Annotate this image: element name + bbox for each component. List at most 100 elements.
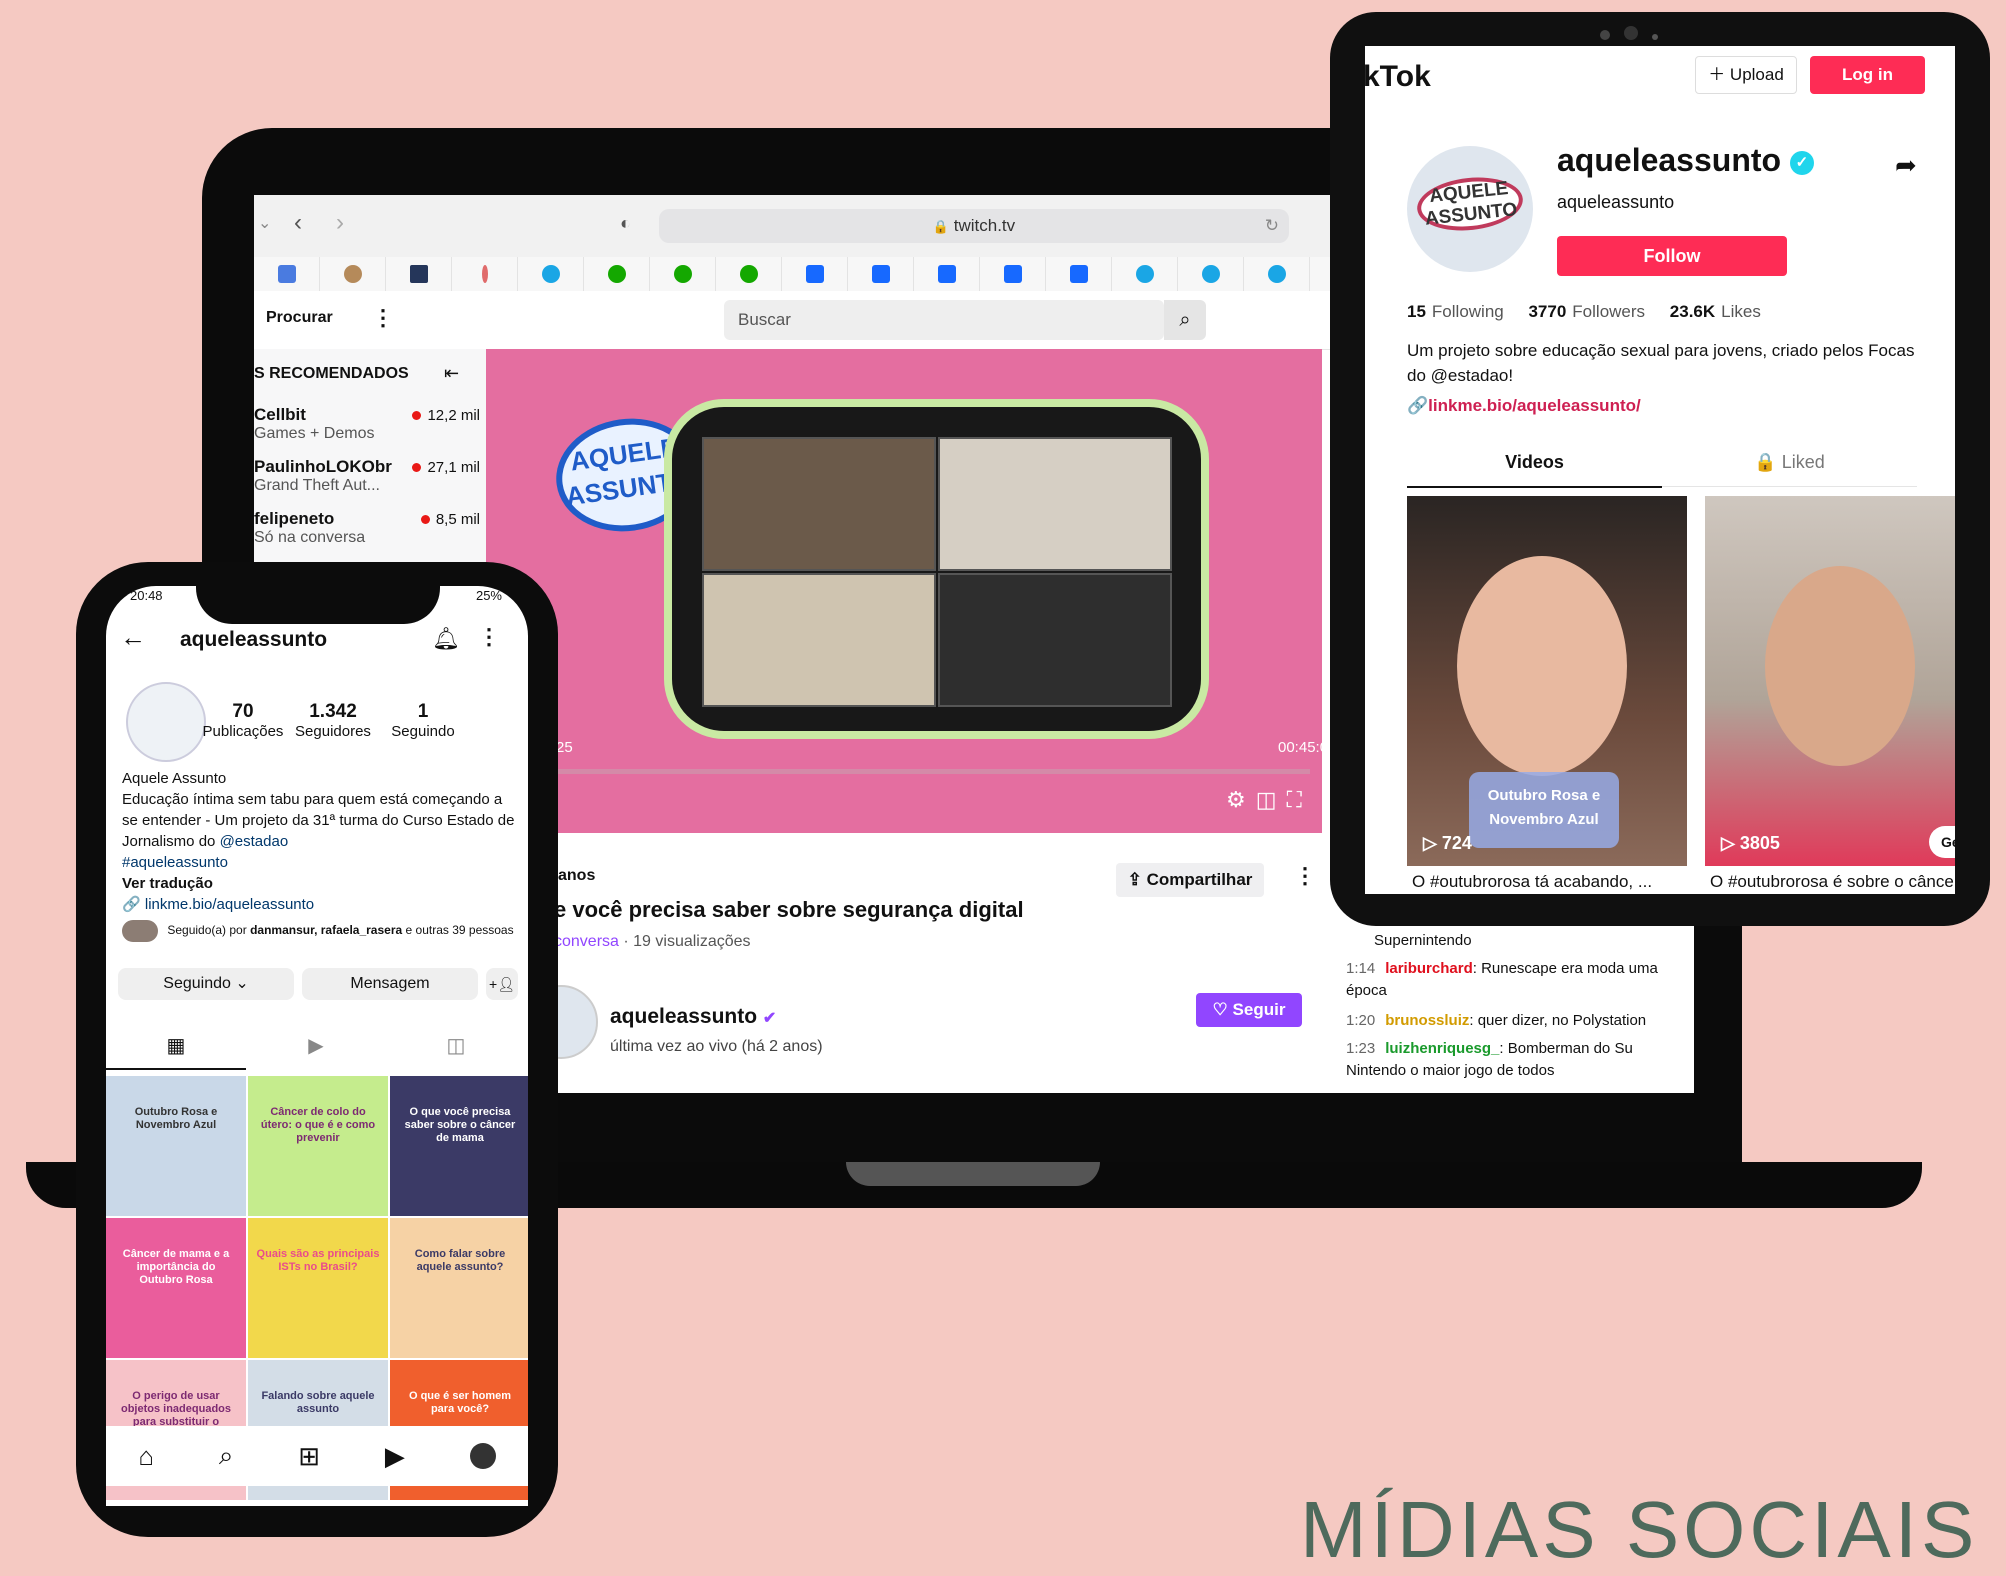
post-thumbnail[interactable]: Quais são as principais ISTs no Brasil?: [248, 1218, 388, 1358]
search-input[interactable]: Buscar: [724, 300, 1164, 340]
plus-icon: ＋: [1708, 65, 1726, 84]
hashtag-link[interactable]: #aqueleassunto: [122, 852, 517, 873]
following-button[interactable]: Seguindo ⌄: [118, 968, 294, 1000]
video-thumbnail[interactable]: Get ▷ 3805: [1705, 496, 1955, 866]
video-thumbnail[interactable]: Outubro Rosa e Novembro Azul ▷ 724: [1407, 496, 1687, 866]
more-icon[interactable]: ⋮: [372, 305, 394, 331]
behance-icon[interactable]: [782, 257, 848, 291]
translate-link[interactable]: Ver tradução: [122, 873, 517, 894]
grid-icon[interactable]: ▦: [106, 1024, 246, 1070]
follow-button[interactable]: Follow: [1557, 236, 1787, 276]
progress-bar[interactable]: [556, 769, 1310, 774]
behance-icon[interactable]: [1046, 257, 1112, 291]
browse-link[interactable]: Procurar: [266, 309, 333, 327]
search-icon[interactable]: ⌕: [1164, 300, 1206, 340]
heart-icon: ♡: [1212, 1000, 1228, 1019]
share-button[interactable]: ⇪ Compartilhar: [1116, 863, 1264, 897]
shield-icon[interactable]: ◐: [620, 213, 631, 234]
phone-notch: [196, 562, 440, 624]
channel-item[interactable]: PaulinhoLOKObr Grand Theft Aut... 27,1 m…: [254, 457, 486, 507]
page-title: MÍDIAS SOCIAIS: [1300, 1485, 1979, 1574]
viewer-count: 12,2 mil: [412, 407, 480, 424]
collapse-icon[interactable]: ⇤: [444, 363, 459, 384]
post-thumbnail[interactable]: O que você precisa saber sobre o câncer …: [390, 1076, 528, 1216]
post-thumbnail[interactable]: Outubro Rosa e Novembro Azul: [106, 1076, 246, 1216]
person-icon[interactable]: [320, 257, 386, 291]
channel-item[interactable]: Cellbit Games + Demos 12,2 mil: [254, 405, 486, 455]
more-options-icon[interactable]: ⋮: [1294, 863, 1316, 889]
get-app-button[interactable]: Get: [1929, 826, 1955, 858]
back-arrow-icon[interactable]: ←: [120, 622, 146, 653]
message-button[interactable]: Mensagem: [302, 968, 478, 1000]
theatre-mode-icon[interactable]: ◫: [1256, 787, 1287, 812]
stream-meta: conversa · 19 visualizações: [554, 933, 751, 951]
url-text: twitch.tv: [953, 216, 1016, 235]
post-thumbnail[interactable]: Câncer de mama e a importância do Outubr…: [106, 1218, 246, 1358]
reels-icon[interactable]: ▶︎: [246, 1024, 386, 1068]
add-post-icon[interactable]: ⊞: [298, 1441, 320, 1472]
stream-title: e você precisa saber sobre segurança dig…: [554, 897, 1024, 922]
category-link[interactable]: conversa: [554, 933, 619, 950]
tab-videos[interactable]: Videos: [1407, 444, 1662, 488]
upload-button[interactable]: ＋ Upload: [1695, 56, 1797, 94]
reload-icon[interactable]: ↻: [1265, 209, 1279, 243]
login-button[interactable]: Log in: [1810, 56, 1925, 94]
tagged-icon[interactable]: ◫: [386, 1024, 526, 1068]
m-icon[interactable]: [386, 257, 452, 291]
mention-link[interactable]: @estadao: [220, 833, 289, 850]
profile-link[interactable]: 🔗 linkme.bio/aqueleassunto: [122, 894, 517, 915]
upwork-icon[interactable]: [716, 257, 782, 291]
stream-category[interactable]: anos: [558, 867, 595, 885]
c-icon[interactable]: [1178, 257, 1244, 291]
upwork-icon[interactable]: [584, 257, 650, 291]
search-icon[interactable]: ⌕: [219, 1440, 234, 1472]
viewer-count: 8,5 mil: [421, 511, 480, 528]
feather-icon[interactable]: [452, 257, 518, 291]
profile-username: aqueleassunto: [180, 628, 328, 651]
fullscreen-icon[interactable]: ⛶: [1287, 787, 1312, 812]
following-count[interactable]: 1 Seguindo: [378, 701, 468, 740]
player-controls: ⚙◫⛶: [1226, 787, 1312, 813]
follow-button[interactable]: ♡ Seguir: [1196, 993, 1302, 1027]
video-player[interactable]: AQUELE ASSUNTO 25 00:45:01 ⚙◫⛶: [486, 349, 1322, 833]
back-icon[interactable]: ‹: [294, 209, 302, 237]
chat-message: 1:23 luizhenriquesg_: Bomberman do Su Nin…: [1346, 1040, 1633, 1079]
behance-icon[interactable]: [848, 257, 914, 291]
webcam-tile: [938, 573, 1172, 707]
c-icon[interactable]: [1244, 257, 1310, 291]
profile-stats: 15 Following 3770 Followers 23.6K Likes: [1407, 302, 1761, 321]
behance-icon[interactable]: [980, 257, 1046, 291]
channel-item[interactable]: felipeneto Só na conversa 8,5 mil: [254, 509, 486, 559]
reels-icon[interactable]: ▶︎: [385, 1441, 405, 1472]
bell-icon[interactable]: 🔔︎: [432, 626, 460, 652]
chat-username[interactable]: brunossluiz: [1385, 1012, 1469, 1029]
c-icon[interactable]: [518, 257, 584, 291]
viewer-count: 27,1 mil: [412, 459, 480, 476]
c-icon[interactable]: [1112, 257, 1178, 291]
webcam-tile: [938, 437, 1172, 571]
upwork-icon[interactable]: [650, 257, 716, 291]
profile-tab-avatar[interactable]: [469, 1443, 496, 1469]
followed-by[interactable]: Seguido(a) por danmansur, rafaela_rasera…: [122, 920, 522, 942]
profile-link[interactable]: 🔗linkme.bio/aqueleassunto/: [1407, 396, 1641, 416]
more-icon[interactable]: ⋮: [478, 624, 500, 650]
chat-username[interactable]: lariburchard: [1385, 960, 1473, 977]
forward-icon[interactable]: ›: [336, 209, 344, 237]
tiktok-logo[interactable]: kTok: [1365, 60, 1431, 94]
post-thumbnail[interactable]: Câncer de colo do útero: o que é e como …: [248, 1076, 388, 1216]
add-person-icon[interactable]: +👤︎: [486, 968, 518, 1000]
follower-avatars: [122, 920, 158, 942]
share-icon[interactable]: ➦: [1895, 150, 1917, 181]
post-thumbnail[interactable]: Como falar sobre aquele assunto?: [390, 1218, 528, 1358]
followers-count[interactable]: 1.342 Seguidores: [288, 701, 378, 740]
url-field[interactable]: 🔒 twitch.tv ↻: [659, 209, 1289, 243]
tab-liked[interactable]: 🔒 Liked: [1662, 444, 1917, 487]
channel-name[interactable]: aqueleassunto ✔: [610, 1005, 776, 1029]
docs-icon[interactable]: [254, 257, 320, 291]
chat-username[interactable]: luizhenriquesg_: [1385, 1040, 1499, 1057]
home-icon[interactable]: ⌂: [138, 1441, 154, 1472]
behance-icon[interactable]: [914, 257, 980, 291]
chevron-down-icon[interactable]: ⌄: [258, 213, 271, 233]
chat-message: 1:20 brunossluiz: quer dizer, no Polystat…: [1346, 1012, 1647, 1029]
settings-icon[interactable]: ⚙: [1226, 787, 1256, 812]
